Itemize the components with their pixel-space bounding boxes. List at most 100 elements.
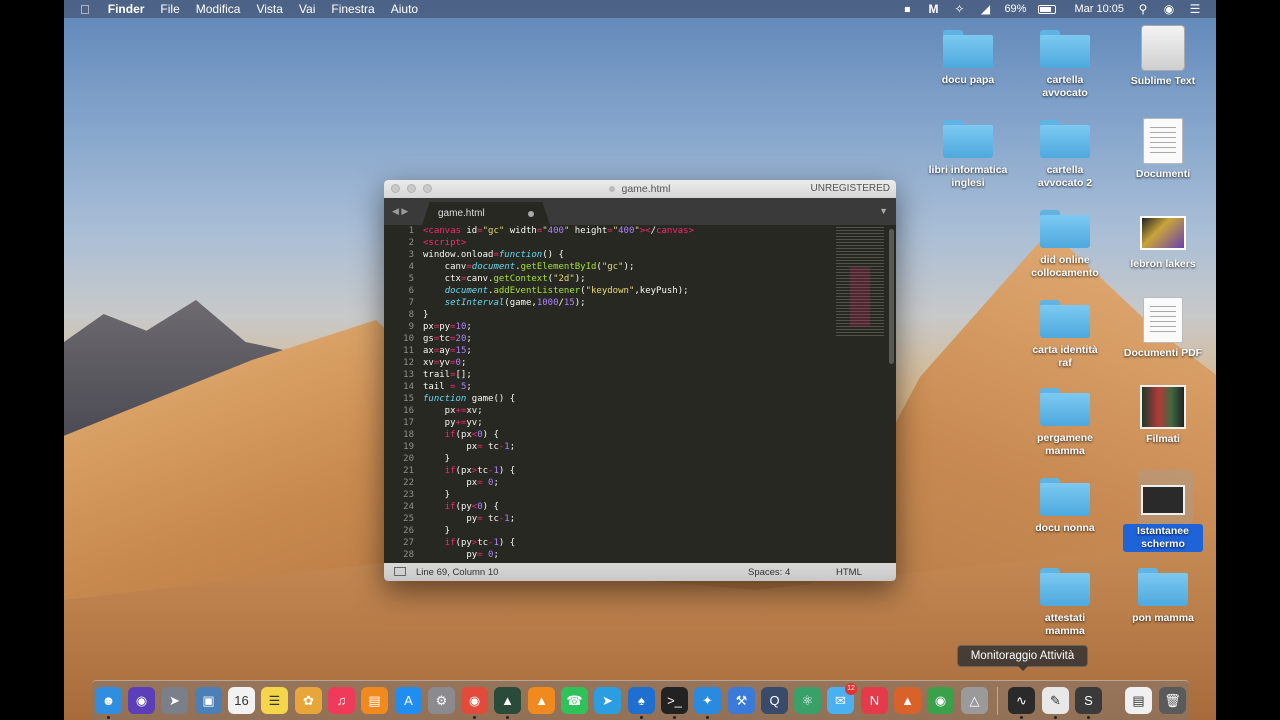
dock-photos-icon[interactable]: ✿ <box>295 687 322 714</box>
wifi-icon[interactable]: ◢ <box>978 2 992 16</box>
tab-menu-chevron-icon[interactable]: ▼ <box>879 206 888 216</box>
mail-m-icon[interactable]: M <box>926 2 940 16</box>
desktop-icon-filmati[interactable]: Filmati <box>1123 385 1203 446</box>
tab-nav-arrows-icon[interactable]: ◀ ▶ <box>392 206 408 217</box>
siri-menu-icon[interactable]: ◉ <box>1162 2 1176 16</box>
code-line[interactable]: <canvas id="gc" width="400" height="400"… <box>423 225 826 237</box>
menu-aiuto[interactable]: Aiuto <box>383 2 426 16</box>
desktop-icon-attestati-mamma[interactable]: attestati mamma <box>1025 568 1105 638</box>
code-line[interactable]: ctx=canv.getContext("2d"); <box>423 273 826 285</box>
code-line[interactable]: px=py=10; <box>423 321 826 333</box>
code-line[interactable]: function game() { <box>423 393 826 405</box>
code-line[interactable]: py= tc-1; <box>423 513 826 525</box>
code-line[interactable]: } <box>423 525 826 537</box>
desktop-icon-pon-mamma[interactable]: pon mamma <box>1123 568 1203 625</box>
desktop-icon-docu-nonna[interactable]: docu nonna <box>1025 478 1105 535</box>
code-editor[interactable]: 1 2 3 4 5 6 7 8 9 10 11 12 13 14 15 16 17 18 19 20 21 22 23 24 2… <box>384 225 896 563</box>
spotlight-search-icon[interactable]: ⚲ <box>1136 2 1150 16</box>
minimap[interactable] <box>836 227 884 337</box>
share-icon[interactable]: ✧ <box>952 2 966 16</box>
dock-notes-icon[interactable]: ☰ <box>261 687 288 714</box>
code-line[interactable]: px= 0; <box>423 477 826 489</box>
desktop-icon-carta-identit-raf[interactable]: carta identità raf <box>1025 300 1105 370</box>
syntax-setting[interactable]: HTML <box>836 567 862 578</box>
desktop-icon-pergamene-mamma[interactable]: pergamene mamma <box>1025 388 1105 458</box>
code-area[interactable]: <canvas id="gc" width="400" height="400"… <box>423 225 826 561</box>
dock-news-icon[interactable]: N <box>861 687 888 714</box>
dock-music-icon[interactable]: ♫ <box>328 687 355 714</box>
menu-file[interactable]: File <box>152 2 187 16</box>
dock-xcode-icon[interactable]: ⚒ <box>728 687 755 714</box>
dock-settings-icon[interactable]: ⚙ <box>428 687 455 714</box>
dock-whatsapp-icon[interactable]: ☎ <box>561 687 588 714</box>
dock-trash-icon[interactable]: 🗑 <box>1159 687 1186 714</box>
code-line[interactable]: px+=xv; <box>423 405 826 417</box>
code-line[interactable]: } <box>423 309 826 321</box>
code-line[interactable]: ax=ay=15; <box>423 345 826 357</box>
code-line[interactable]: tail = 5; <box>423 381 826 393</box>
dock-launchpad-icon[interactable]: ➤ <box>161 687 188 714</box>
code-line[interactable]: xv=yv=0; <box>423 357 826 369</box>
editor-scrollbar[interactable] <box>889 229 894 364</box>
code-line[interactable]: gs=tc=20; <box>423 333 826 345</box>
indent-setting[interactable]: Spaces: 4 <box>748 567 790 578</box>
battery-icon[interactable] <box>1038 4 1057 14</box>
dock-sublime-icon[interactable]: S <box>1075 687 1102 714</box>
menu-vista[interactable]: Vista <box>248 2 290 16</box>
desktop-icon-lebron-lakers[interactable]: lebron lakers <box>1123 210 1203 271</box>
dock-editor-icon[interactable]: ▲ <box>494 687 521 714</box>
dock-calendar-icon[interactable]: 16 <box>228 687 255 714</box>
code-line[interactable]: } <box>423 453 826 465</box>
dock-siri-icon[interactable]: ◉ <box>128 687 155 714</box>
code-line[interactable]: } <box>423 489 826 501</box>
menu-app-name[interactable]: Finder <box>100 2 153 16</box>
desktop-icon-sublime-text[interactable]: Sublime Text <box>1123 25 1203 88</box>
unsaved-dot-icon[interactable] <box>528 211 534 217</box>
dock-appstore-icon[interactable]: A <box>395 687 422 714</box>
tab-game-html[interactable]: game.html <box>422 202 550 225</box>
dock-telegram-icon[interactable]: ➤ <box>594 687 621 714</box>
battery-percent[interactable]: 69% <box>1004 3 1026 15</box>
code-line[interactable]: trail=[]; <box>423 369 826 381</box>
code-line[interactable]: if(px>tc-1) { <box>423 465 826 477</box>
desktop-icon-documenti[interactable]: Documenti <box>1123 118 1203 181</box>
desktop-icon-libri-informatica-inglesi[interactable]: libri informatica inglesi <box>928 120 1008 190</box>
code-line[interactable]: canv=document.getElementById("gc"); <box>423 261 826 273</box>
apple-menu-icon[interactable]:  <box>64 2 100 17</box>
desktop-icon-did-online-collocamento[interactable]: did online collocamento <box>1025 210 1105 280</box>
desktop-icon-cartella-avvocato-2[interactable]: cartella avvocato 2 <box>1025 120 1105 190</box>
code-line[interactable]: if(py<0) { <box>423 501 826 513</box>
sublime-window[interactable]: game.html UNREGISTERED ◀ ▶ game.html ▼ 1… <box>384 180 896 581</box>
code-line[interactable]: window.onload=function() { <box>423 249 826 261</box>
code-line[interactable]: document.addEventListener("keydown",keyP… <box>423 285 826 297</box>
desktop-icon-istantanee-schermo[interactable]: Istantanee schermo <box>1123 478 1203 552</box>
dock-spades-icon[interactable]: ♠ <box>628 687 655 714</box>
record-stop-icon[interactable]: ⏹ <box>900 2 914 16</box>
dock-terminal-icon[interactable]: >_ <box>661 687 688 714</box>
dock-books-icon[interactable]: ▤ <box>361 687 388 714</box>
desktop-icon-docu-papa[interactable]: docu papa <box>928 30 1008 87</box>
menu-finestra[interactable]: Finestra <box>323 2 382 16</box>
cursor-position[interactable]: Line 69, Column 10 <box>416 567 498 578</box>
window-titlebar[interactable]: game.html UNREGISTERED <box>384 180 896 198</box>
dock-chrome-icon[interactable]: ◉ <box>461 687 488 714</box>
code-line[interactable]: setInterval(game,1000/15); <box>423 297 826 309</box>
clock[interactable]: Mar 10:05 <box>1074 3 1124 15</box>
dock-matlab-icon[interactable]: ▲ <box>894 687 921 714</box>
dock-preview-icon[interactable]: ▣ <box>195 687 222 714</box>
notification-center-icon[interactable]: ☰ <box>1188 2 1202 16</box>
desktop-icon-cartella-avvocato[interactable]: cartella avvocato <box>1025 30 1105 100</box>
dock-quicktime-icon[interactable]: Q <box>761 687 788 714</box>
code-line[interactable]: if(px<0) { <box>423 429 826 441</box>
dock-activity-monitor-icon[interactable]: ∿ <box>1008 687 1035 714</box>
dock-cone-icon[interactable]: △ <box>961 687 988 714</box>
dock-globe-icon[interactable]: ◉ <box>927 687 954 714</box>
menu-vai[interactable]: Vai <box>291 2 323 16</box>
dock-documents-stack-icon[interactable]: ▤ <box>1125 687 1152 714</box>
panel-toggle-icon[interactable] <box>394 567 406 576</box>
code-line[interactable]: <script> <box>423 237 826 249</box>
dock-vlc-icon[interactable]: ▲ <box>528 687 555 714</box>
desktop-icon-documenti-pdf[interactable]: Documenti PDF <box>1123 297 1203 360</box>
dock-safari-icon[interactable]: ✦ <box>694 687 721 714</box>
menu-modifica[interactable]: Modifica <box>188 2 249 16</box>
